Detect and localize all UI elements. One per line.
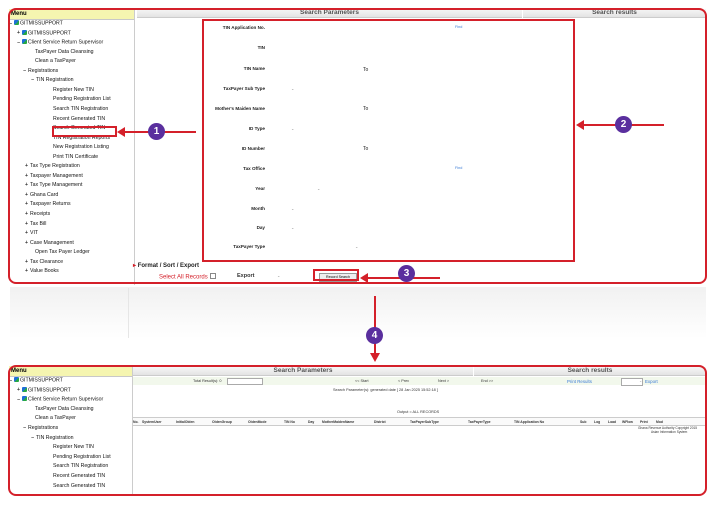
highlight-search-parameters: [202, 19, 575, 262]
callout-4-arrow: [374, 296, 376, 354]
callout-1-arrowhead-icon: [117, 127, 125, 137]
highlight-search-generated-tin: [52, 126, 117, 137]
callout-3-arrowhead-icon: [360, 273, 368, 283]
callout-badge-4: 4: [366, 327, 383, 344]
callout-badge-2: 2: [615, 116, 632, 133]
reflection-line: [128, 288, 129, 338]
callout-badge-3: 3: [398, 265, 415, 282]
callout-4-arrowhead-icon: [370, 353, 380, 362]
reflection: [10, 287, 706, 339]
callout-badge-1: 1: [148, 123, 165, 140]
bottom-outline: [8, 365, 707, 496]
highlight-record-search: [313, 269, 359, 281]
callout-2-arrowhead-icon: [576, 120, 584, 130]
